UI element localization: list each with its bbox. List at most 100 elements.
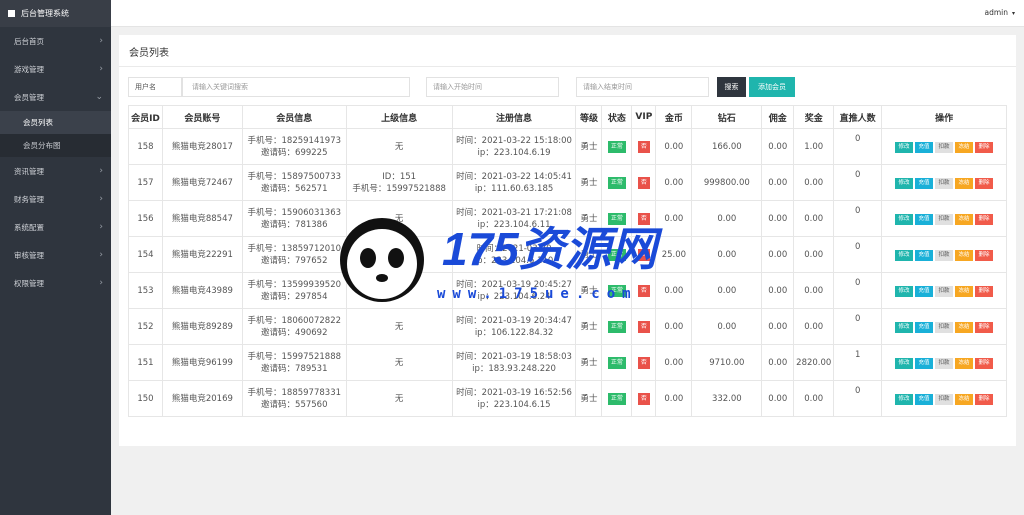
register-info: 时间：2021-03-21 17:21:08 ip：223.104.6.11 [451,200,577,237]
chevron-right-icon: › [99,36,103,46]
page-title: 会员列表 [129,48,169,59]
chevron-right-icon: › [99,194,103,204]
delete-button[interactable]: 删除 [975,358,994,369]
register-info-text: ip：111.60.63.185 [474,183,554,194]
edit-button[interactable]: 修改 [895,358,914,369]
freeze-button[interactable]: 冻结 [955,394,974,405]
sidebar-item[interactable]: 权限管理 › [0,269,111,297]
freeze-button[interactable]: 冻结 [955,142,974,153]
sidebar-item[interactable]: 会员分布图 [0,134,111,157]
edit-button[interactable]: 修改 [895,178,914,189]
deduct-button[interactable]: 扣款 [935,250,954,261]
member-info-text: 手机号：18259141973 [247,135,342,146]
direct-count: 0 [833,164,883,201]
level-text: 勇士 [580,249,598,260]
delete-button[interactable]: 删除 [975,394,994,405]
search-button[interactable]: 搜索 [717,77,746,97]
delete-button[interactable]: 删除 [975,214,994,225]
delete-button[interactable]: 删除 [975,286,994,297]
deduct-button[interactable]: 扣款 [935,322,954,333]
register-info-text: ip：223.104.6.24 [477,291,551,302]
table-row: 152 熊猫电竞89289 手机号：18060072822 邀请码：490692 无 时间… [128,308,1007,345]
deduct-button[interactable]: 扣款 [935,394,954,405]
edit-button[interactable]: 修改 [895,322,914,333]
deduct-button[interactable]: 扣款 [935,214,954,225]
sidebar-item[interactable]: 后台首页 › [0,27,111,55]
user-menu[interactable]: admin ▾ [984,8,1015,17]
member-account-text: 熊猫电竞89289 [171,321,233,332]
diamond: 999800.00 [691,164,763,201]
diamond-text: 166.00 [711,141,742,152]
deduct-button[interactable]: 扣款 [935,178,954,189]
sidebar-item[interactable]: 会员列表 [0,111,111,134]
delete-button[interactable]: 删除 [975,322,994,333]
bonus: 0.00 [793,380,835,417]
gold-text: 0.00 [664,321,684,332]
edit-button[interactable]: 修改 [895,250,914,261]
sidebar-item[interactable]: 资讯管理 › [0,157,111,185]
freeze-button[interactable]: 冻结 [955,214,974,225]
sidebar-item[interactable]: 游戏管理 › [0,55,111,83]
keyword-search-input[interactable]: 请输入关键词搜索 [182,77,410,97]
bonus-text: 0.00 [804,177,824,188]
member-account-text: 熊猫电竞22291 [171,249,233,260]
edit-button[interactable]: 修改 [895,142,914,153]
recharge-button[interactable]: 充值 [915,394,934,405]
deduct-button[interactable]: 扣款 [935,358,954,369]
freeze-button[interactable]: 冻结 [955,358,974,369]
bonus-text: 0.00 [804,249,824,260]
member-id: 151 [128,344,163,381]
parent-info-text: ID：151 [382,171,417,182]
member-id-text: 154 [137,249,154,260]
edit-button[interactable]: 修改 [895,394,914,405]
member-info-text: 手机号：18060072822 [247,315,342,326]
recharge-button[interactable]: 充值 [915,142,934,153]
direct-count-text: 1 [854,350,861,360]
actions-cell: 修改 充值 扣款 冻结 删除 [881,128,1007,165]
parent-info: 无 [345,128,453,165]
sidebar-item-label: 系统配置 [14,222,44,232]
member-account: 熊猫电竞88547 [161,200,243,237]
freeze-button[interactable]: 冻结 [955,178,974,189]
recharge-button[interactable]: 充值 [915,178,934,189]
sidebar-item[interactable]: 系统配置 › [0,213,111,241]
level: 勇士 [575,308,603,345]
recharge-button[interactable]: 充值 [915,286,934,297]
member-id-text: 156 [137,213,154,224]
register-info: 时间：2021-03-22 15:18:00 ip：223.104.6.19 [451,128,577,165]
freeze-button[interactable]: 冻结 [955,250,974,261]
freeze-button[interactable]: 冻结 [955,322,974,333]
member-info-text: 手机号：15997521888 [247,351,342,362]
recharge-button[interactable]: 充值 [915,214,934,225]
status-badge: 正常 [607,141,626,153]
sidebar-item[interactable]: 审核管理 › [0,241,111,269]
freeze-button[interactable]: 冻结 [955,286,974,297]
sidebar-item[interactable]: 财务管理 › [0,185,111,213]
start-time-input[interactable]: 请输入开始时间 [426,77,559,97]
deduct-button[interactable]: 扣款 [935,286,954,297]
column-header: 金币 [655,105,693,129]
direct-count-text: 0 [854,206,861,216]
diamond-text: 0.00 [717,213,737,224]
brand[interactable]: 后台管理系统 [0,0,111,27]
register-info-text: ip：183.93.248.220 [472,363,556,374]
table-row: 157 熊猫电竞72467 手机号：15897500733 邀请码：562571 ID：… [128,164,1007,201]
table-row: 153 熊猫电竞43989 手机号：13599939520 邀请码：297854 无 时间… [128,272,1007,309]
end-time-input[interactable]: 请输入结束时间 [576,77,709,97]
delete-button[interactable]: 删除 [975,178,994,189]
register-info-text: ip：223.104.6.15 [477,399,551,410]
add-member-button[interactable]: 添加会员 [749,77,795,97]
column-header: 状态 [601,105,633,129]
recharge-button[interactable]: 充值 [915,322,934,333]
edit-button[interactable]: 修改 [895,214,914,225]
recharge-button[interactable]: 充值 [915,250,934,261]
delete-button[interactable]: 删除 [975,250,994,261]
edit-button[interactable]: 修改 [895,286,914,297]
recharge-button[interactable]: 充值 [915,358,934,369]
table-row: 154 熊猫电竞22291 手机号：13859712010 邀请码：797652 无 时间… [128,236,1007,273]
member-account-text: 熊猫电竞28017 [171,141,233,152]
deduct-button[interactable]: 扣款 [935,142,954,153]
sidebar-item[interactable]: 会员管理 ⌄ [0,83,111,111]
commission: 0.00 [761,164,795,201]
delete-button[interactable]: 删除 [975,142,994,153]
